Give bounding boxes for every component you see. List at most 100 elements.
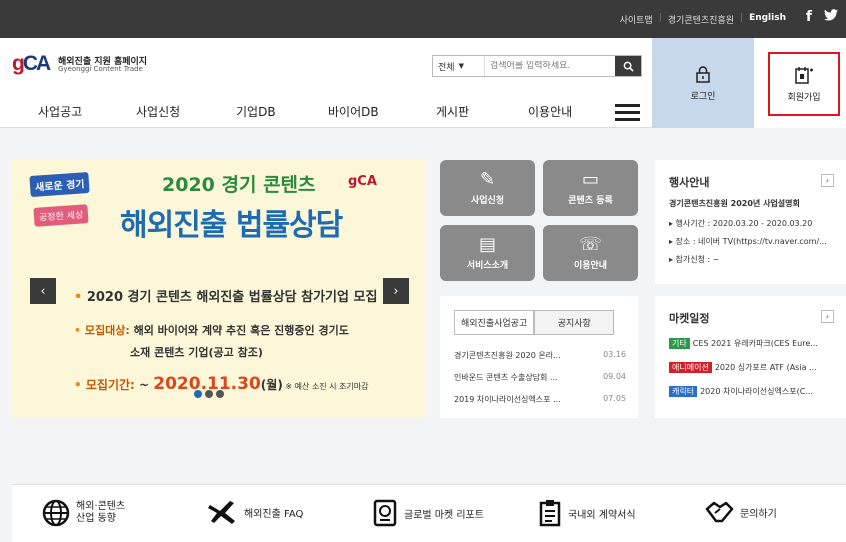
event-period: ▸ 행사기간 : 2020.03.20 - 2020.03.20 bbox=[669, 219, 813, 228]
banner-prev-button[interactable]: ‹ bbox=[30, 278, 56, 304]
quicklink-industry-trends[interactable]: 해외·콘텐츠 산업 동향 bbox=[42, 499, 125, 527]
tile-service-intro[interactable]: ▤ 서비스소개 bbox=[440, 225, 535, 281]
banner-dot[interactable] bbox=[216, 390, 224, 398]
search-input[interactable] bbox=[485, 61, 615, 71]
sns-links: f bbox=[806, 9, 838, 25]
banner-target-text: 해외 바이어와 계약 추진 혹은 진행중인 경기도 bbox=[129, 324, 349, 337]
list-item-title: 2019 차이나라이선싱엑스포 ... bbox=[454, 395, 561, 404]
list-item-title: 인바운드 콘텐츠 수출상담회 ... bbox=[454, 373, 558, 382]
list-item-title: CES 2021 유레카파크(CES Eure... bbox=[692, 339, 818, 348]
menu-icon[interactable] bbox=[615, 104, 640, 122]
nav-item-guide[interactable]: 이용안내 bbox=[528, 103, 572, 120]
join-button[interactable]: 회원가입 bbox=[768, 52, 840, 116]
chevron-left-icon: ‹ bbox=[40, 283, 46, 299]
member-card-icon bbox=[795, 66, 813, 84]
tile-label: 서비스소개 bbox=[466, 261, 509, 271]
market-more-button[interactable]: › bbox=[821, 310, 834, 323]
banner-year: 2020 경기 콘텐츠 bbox=[162, 174, 316, 196]
banner-line-2: • 모집대상: 해외 바이어와 계약 추진 혹은 진행중인 경기도 bbox=[74, 324, 349, 337]
gcon-link[interactable]: 경기콘텐츠진흥원 bbox=[668, 13, 734, 26]
tab-notices[interactable]: 공지사항 bbox=[534, 310, 615, 335]
list-item-title: 2020 차이나라이선싱엑스포(C... bbox=[700, 387, 813, 396]
quicklink-contact[interactable]: 문의하기 bbox=[704, 499, 777, 525]
search-icon bbox=[623, 61, 634, 72]
banner-next-button[interactable]: › bbox=[383, 278, 409, 304]
event-heading[interactable]: 경기콘텐츠진흥원 2020년 사업설명회 bbox=[669, 198, 800, 209]
banner-gca-logo: gCA bbox=[348, 174, 377, 189]
banner-period-note: ※ 예산 소진 시 조기마감 bbox=[282, 382, 369, 391]
login-label: 로그인 bbox=[690, 91, 716, 102]
list-item-date: 03.16 bbox=[603, 350, 626, 359]
search-button[interactable] bbox=[615, 56, 641, 76]
category-badge: 캐릭터 bbox=[669, 386, 698, 397]
tile-content-register[interactable]: ▭ 콘텐츠 등록 bbox=[543, 160, 638, 216]
events-more-button[interactable]: › bbox=[821, 174, 834, 187]
category-badge: 애니메이션 bbox=[669, 362, 712, 373]
banner-dot[interactable] bbox=[194, 390, 202, 398]
banner-line-1-text: 2020 경기 콘텐츠 해외진출 법률상담 참가기업 모집 bbox=[86, 290, 378, 305]
tab-overseas-announcements[interactable]: 해외진출사업공고 bbox=[454, 310, 535, 335]
chevron-down-icon: ▼ bbox=[458, 62, 464, 70]
event-place: ▸ 장소 : 네이버 TV(https://tv.naver.com/... bbox=[669, 237, 827, 246]
lock-icon bbox=[696, 65, 710, 83]
quicklink-label: 문의하기 bbox=[740, 508, 777, 520]
list-item[interactable]: 경기콘텐츠진흥원 2020 온라... 03.16 bbox=[454, 350, 626, 361]
quicklink-market-report[interactable]: 글로벌 마켓 리포트 bbox=[372, 499, 484, 527]
login-button[interactable]: 로그인 bbox=[652, 38, 754, 128]
list-item-title: 경기콘텐츠진흥원 2020 온라... bbox=[454, 351, 561, 360]
nav-item-application[interactable]: 사업신청 bbox=[136, 103, 180, 120]
separator: | bbox=[740, 13, 744, 23]
nav-item-company-db[interactable]: 기업DB bbox=[236, 103, 276, 120]
main-banner[interactable]: 새로운 경기 공정한 세상 2020 경기 콘텐츠 gCA 해외진출 법률상담 … bbox=[12, 160, 426, 418]
nav-item-board[interactable]: 게시판 bbox=[436, 103, 469, 120]
twitter-icon[interactable] bbox=[824, 9, 838, 25]
site-logo[interactable]: gCA 해외진출 지원 홈페이지 Gyeonggi Content Trade bbox=[12, 52, 172, 76]
monitor-icon: ▭ bbox=[581, 169, 599, 190]
english-link[interactable]: English bbox=[749, 13, 786, 26]
banner-pagination bbox=[194, 390, 224, 398]
banner-period-label: 모집기간: bbox=[85, 378, 135, 392]
handshake-icon bbox=[705, 501, 734, 523]
quicklink-label: 국내외 계약서식 bbox=[568, 509, 636, 521]
banner-tag-new-gyeonggi: 새로운 경기 bbox=[29, 171, 91, 198]
event-signup: ▸ 참가신청 : ~ bbox=[669, 255, 720, 264]
banner-period-prefix: ~ bbox=[134, 378, 154, 392]
list-item[interactable]: 인바운드 콘텐츠 수출상담회 ... 09.04 bbox=[454, 372, 626, 383]
chevron-right-icon: › bbox=[393, 283, 399, 299]
search-category-select[interactable]: 전체 ▼ bbox=[433, 56, 485, 76]
clipboard-icon bbox=[539, 500, 561, 527]
banner-dot[interactable] bbox=[205, 390, 213, 398]
market-panel: 마켓일정 › 기타 CES 2021 유레카파크(CES Eure... 애니메이… bbox=[655, 296, 846, 418]
top-utility-bar: 사이트맵 | 경기콘텐츠진흥원 | English f bbox=[0, 0, 846, 38]
sitemap-link[interactable]: 사이트맵 bbox=[620, 13, 653, 26]
list-item-date: 07.05 bbox=[603, 394, 626, 403]
quicklink-contract-forms[interactable]: 국내외 계약서식 bbox=[538, 499, 636, 527]
list-item[interactable]: 2019 차이나라이선싱엑스포 ... 07.05 bbox=[454, 394, 626, 405]
banner-headline: 해외진출 법률상담 bbox=[120, 208, 343, 243]
events-panel: 행사안내 › 경기콘텐츠진흥원 2020년 사업설명회 ▸ 행사기간 : 202… bbox=[655, 160, 846, 284]
nav-item-announcements[interactable]: 사업공고 bbox=[38, 103, 82, 120]
list-item[interactable]: 기타 CES 2021 유레카파크(CES Eure... bbox=[669, 338, 818, 349]
facebook-icon[interactable]: f bbox=[806, 9, 812, 25]
banner-line-3: 소재 콘텐츠 기업(공고 참조) bbox=[130, 346, 263, 359]
tile-label: 콘텐츠 등록 bbox=[568, 196, 613, 206]
banner-tag-fair-world: 공정한 세상 bbox=[33, 204, 89, 227]
airplane-icon bbox=[208, 501, 235, 524]
quicklink-faq[interactable]: 해외진출 FAQ bbox=[208, 499, 303, 525]
list-item[interactable]: 캐릭터 2020 차이나라이선싱엑스포(C... bbox=[669, 386, 813, 397]
separator: | bbox=[658, 13, 662, 23]
tile-guide[interactable]: ☏ 이용안내 bbox=[543, 225, 638, 281]
notice-box: 해외진출사업공고 공지사항 경기콘텐츠진흥원 2020 온라... 03.16 인… bbox=[440, 296, 638, 418]
banner-period-day: (월) bbox=[260, 378, 283, 392]
tile-label: 사업신청 bbox=[470, 196, 505, 206]
market-title: 마켓일정 bbox=[669, 312, 710, 325]
banner-target-label: 모집대상: bbox=[84, 324, 130, 337]
list-item-title: 2020 싱가포르 ATF (Asia ... bbox=[714, 363, 817, 372]
search-bar: 전체 ▼ bbox=[432, 55, 642, 77]
list-item[interactable]: 애니메이션 2020 싱가포르 ATF (Asia ... bbox=[669, 362, 817, 373]
quick-links-bar: 해외·콘텐츠 산업 동향 해외진출 FAQ 글로벌 마켓 리포트 국내외 계약서… bbox=[12, 484, 846, 542]
tile-apply[interactable]: ✎ 사업신청 bbox=[440, 160, 535, 216]
logo-subtitle: Gyeonggi Content Trade bbox=[58, 65, 143, 73]
nav-item-buyer-db[interactable]: 바이어DB bbox=[328, 103, 379, 120]
card-icon: ▤ bbox=[478, 234, 496, 255]
